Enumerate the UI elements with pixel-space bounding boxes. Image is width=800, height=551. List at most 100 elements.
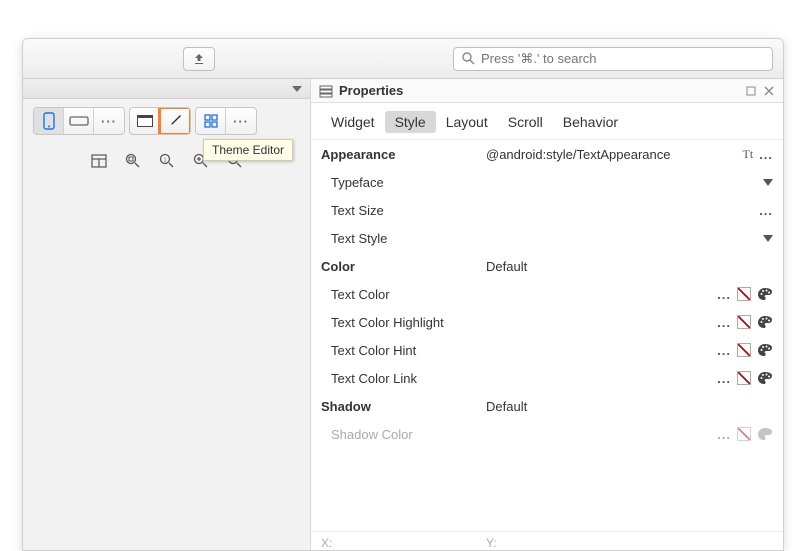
prop-label: Text Style	[321, 231, 486, 246]
prop-text-color-link[interactable]: Text Color Link ...	[311, 364, 783, 392]
dropdown-caret-icon[interactable]	[763, 179, 773, 186]
more-button[interactable]: ...	[717, 371, 731, 386]
more-button[interactable]: ...	[717, 287, 731, 302]
orientation-group: ···	[33, 107, 125, 135]
prop-shadow-color[interactable]: Shadow Color ...	[311, 420, 783, 448]
more-button[interactable]: ...	[717, 315, 731, 330]
prop-shadow[interactable]: Shadow Default	[311, 392, 783, 420]
prop-label: Text Color Hint	[321, 343, 486, 358]
prop-label: Color	[321, 259, 486, 274]
prop-label: Shadow Color	[321, 427, 486, 442]
prop-label: Text Color Link	[321, 371, 486, 386]
prop-text-color-hint[interactable]: Text Color Hint ...	[311, 336, 783, 364]
titlebar	[23, 39, 783, 79]
palette-icon[interactable]	[757, 287, 773, 301]
prop-value: Default	[486, 399, 773, 414]
layout-button[interactable]	[130, 108, 160, 134]
prop-appearance[interactable]: Appearance @android:style/TextAppearance…	[311, 140, 783, 168]
zoom-100-icon: 1	[159, 153, 175, 169]
close-panel-button[interactable]	[763, 85, 775, 97]
more-button[interactable]: ...	[759, 147, 773, 162]
prop-text-color[interactable]: Text Color ...	[311, 280, 783, 308]
grid-group: ···	[195, 107, 257, 135]
prop-typeface[interactable]: Typeface	[311, 168, 783, 196]
color-swatch[interactable]	[737, 427, 751, 441]
mode-group	[129, 107, 191, 135]
more-button[interactable]: ...	[717, 343, 731, 358]
color-swatch[interactable]	[737, 315, 751, 329]
search-box[interactable]	[453, 47, 773, 71]
search-icon	[462, 52, 475, 65]
color-swatch[interactable]	[737, 287, 751, 301]
phone-landscape-icon	[69, 114, 89, 128]
prop-text-color-highlight[interactable]: Text Color Highlight ...	[311, 308, 783, 336]
more-button[interactable]: ...	[717, 427, 731, 442]
zoom-100-button[interactable]: 1	[153, 149, 181, 173]
tooltip: Theme Editor	[203, 139, 293, 161]
tab-style[interactable]: Style	[385, 111, 436, 133]
palette-icon[interactable]	[757, 371, 773, 385]
zoom-fit-button[interactable]	[119, 149, 147, 173]
editor-area: ··· ··· Theme Editor	[23, 79, 783, 550]
color-swatch[interactable]	[737, 371, 751, 385]
grid-icon	[203, 113, 219, 129]
prop-color[interactable]: Color Default	[311, 252, 783, 280]
prop-label: Shadow	[321, 399, 486, 414]
ellipsis-icon: ···	[233, 114, 249, 129]
panel-title: Properties	[339, 83, 739, 98]
properties-panel: Properties Widget Style Layout Scroll Be…	[311, 79, 783, 550]
text-style-icon[interactable]: Tt	[742, 147, 753, 162]
phone-portrait-icon	[42, 112, 56, 130]
prop-value: Default	[486, 259, 773, 274]
panel-header: Properties	[311, 79, 783, 103]
close-icon	[764, 86, 774, 96]
footer-x: X:	[321, 536, 486, 550]
brush-icon	[167, 113, 183, 129]
prop-label: Typeface	[321, 175, 486, 190]
split-view-icon	[91, 154, 107, 168]
phone-portrait-button[interactable]	[34, 108, 64, 134]
prop-text-size[interactable]: Text Size ...	[311, 196, 783, 224]
more-button[interactable]: ...	[759, 203, 773, 218]
footer-y: Y:	[486, 536, 497, 550]
prop-text-style[interactable]: Text Style	[311, 224, 783, 252]
prop-value: @android:style/TextAppearance	[486, 147, 742, 162]
prop-label: Text Color	[321, 287, 486, 302]
zoom-fit-icon	[125, 153, 141, 169]
tab-scroll[interactable]: Scroll	[498, 111, 553, 133]
prop-label: Appearance	[321, 147, 486, 162]
overflow-orientation-button[interactable]: ···	[94, 108, 124, 134]
property-list: Appearance @android:style/TextAppearance…	[311, 140, 783, 531]
palette-icon[interactable]	[757, 427, 773, 441]
prop-label: Text Color Highlight	[321, 315, 486, 330]
overflow-grid-button[interactable]: ···	[226, 108, 256, 134]
design-toolbar: ··· ···	[23, 99, 310, 143]
minimize-icon	[746, 86, 756, 96]
tab-layout[interactable]: Layout	[436, 111, 498, 133]
design-pane-header[interactable]	[23, 79, 310, 99]
search-input[interactable]	[481, 51, 764, 66]
color-swatch[interactable]	[737, 343, 751, 357]
palette-icon[interactable]	[757, 343, 773, 357]
grid-button[interactable]	[196, 108, 226, 134]
theme-editor-button[interactable]	[160, 108, 190, 134]
properties-icon	[319, 84, 333, 98]
minimize-panel-button[interactable]	[745, 85, 757, 97]
tab-widget[interactable]: Widget	[321, 111, 385, 133]
palette-icon[interactable]	[757, 315, 773, 329]
design-pane: ··· ··· Theme Editor	[23, 79, 311, 550]
dropdown-caret-icon[interactable]	[763, 235, 773, 242]
ellipsis-icon: ···	[101, 114, 117, 129]
chevron-down-icon	[292, 86, 302, 92]
coords-footer: X: Y:	[311, 531, 783, 550]
upload-icon	[192, 52, 206, 66]
prop-label: Text Size	[321, 203, 486, 218]
tab-behavior[interactable]: Behavior	[553, 111, 628, 133]
phone-landscape-button[interactable]	[64, 108, 94, 134]
upload-button[interactable]	[183, 47, 215, 71]
svg-text:1: 1	[163, 158, 166, 164]
layout-icon	[136, 114, 154, 128]
property-tabs: Widget Style Layout Scroll Behavior	[311, 103, 783, 140]
split-view-button[interactable]	[85, 149, 113, 173]
app-window: ··· ··· Theme Editor	[22, 38, 784, 551]
